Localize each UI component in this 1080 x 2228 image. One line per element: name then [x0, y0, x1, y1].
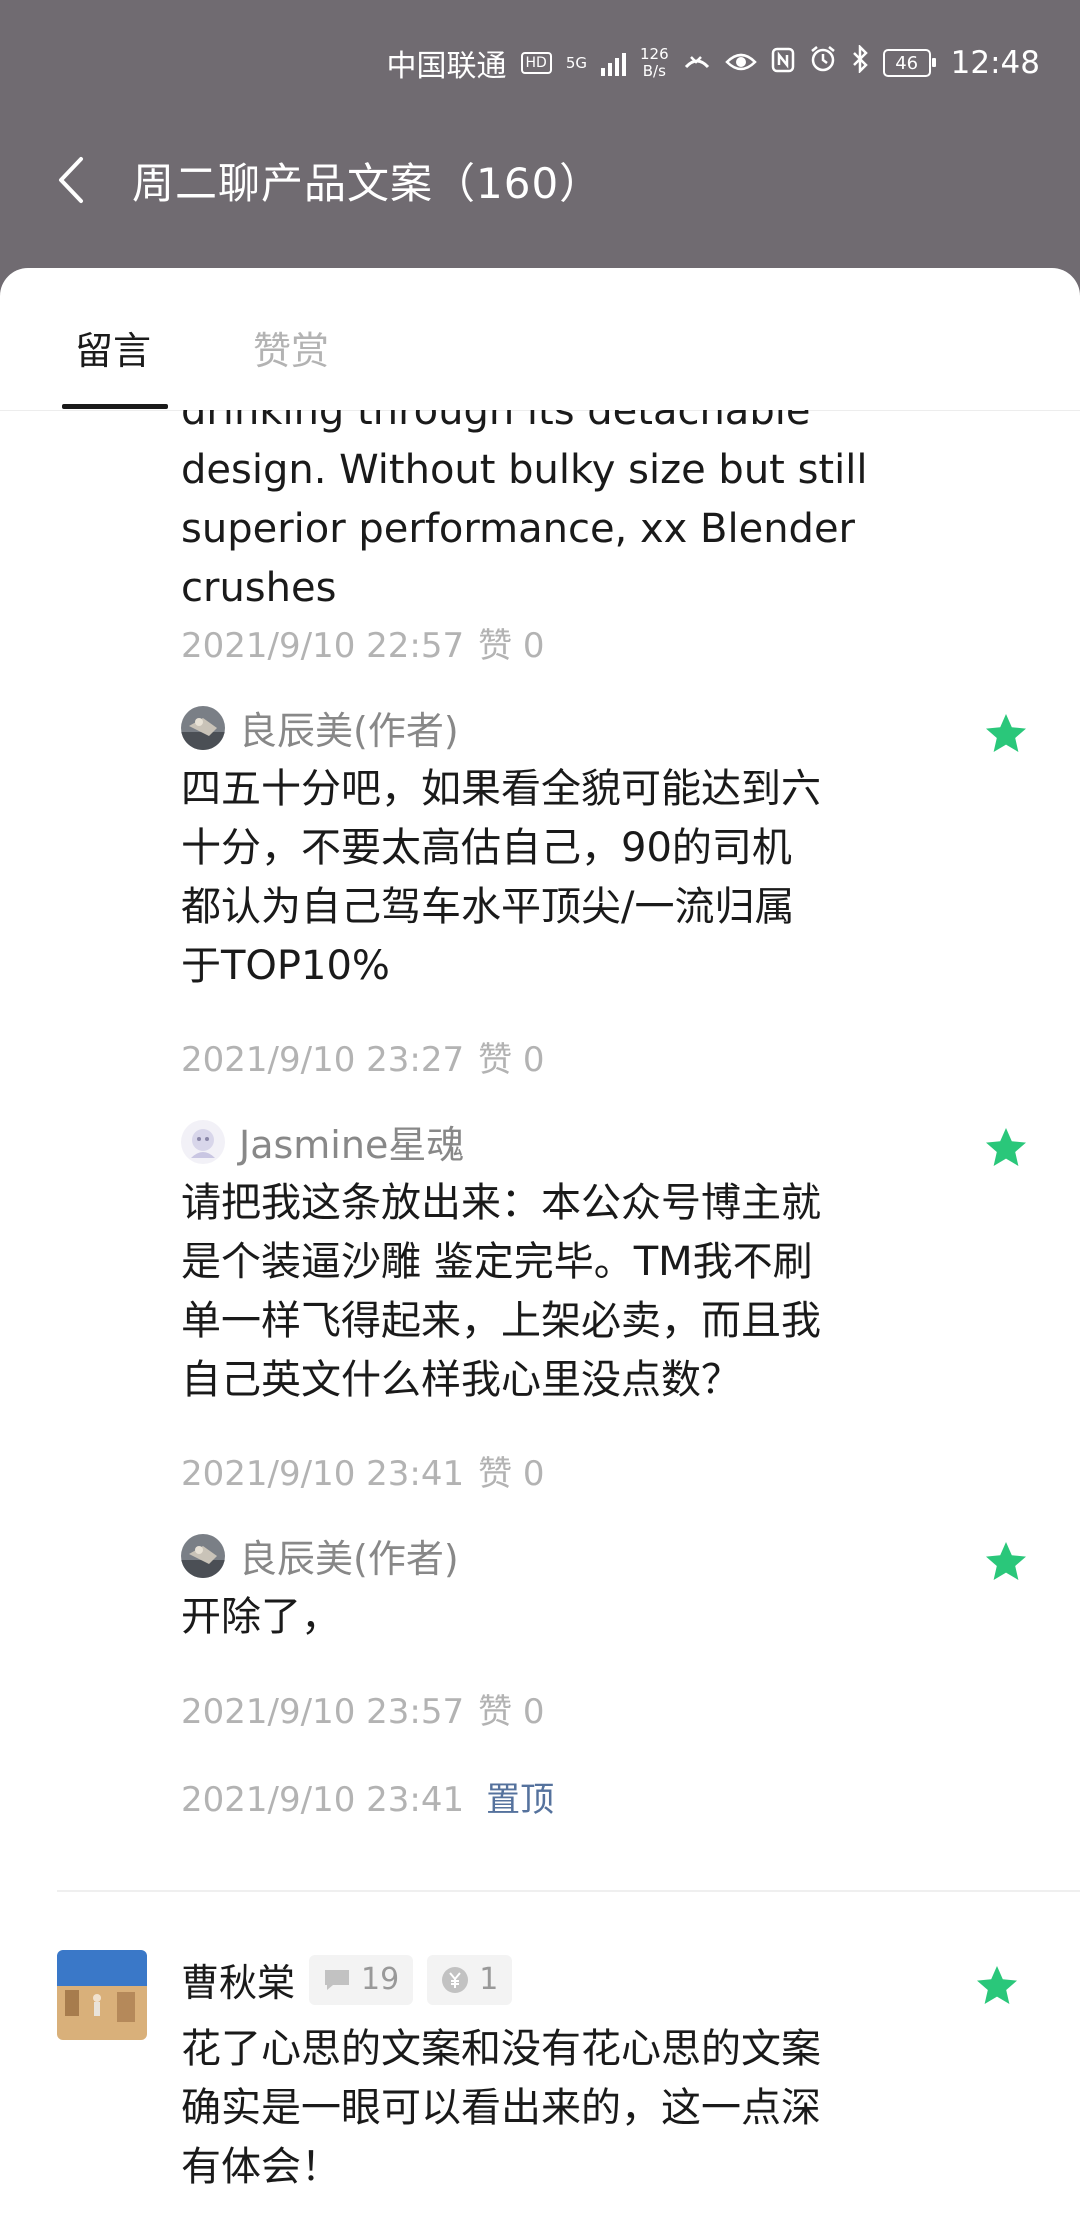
back-button[interactable]	[30, 140, 110, 220]
reply-time: 2021/9/10 23:41	[181, 1454, 465, 1494]
like-button[interactable]: 赞 0	[478, 1692, 544, 1732]
reply-author[interactable]: 良辰美(作者)	[239, 1528, 459, 1583]
hd-icon: HD	[520, 52, 552, 74]
reply-text: 四五十分吧，如果看全貌可能达到六 十分，不要太高估自己，90的司机 都认为自己驾…	[181, 760, 821, 996]
reply-meta: 2021/9/10 22:57 赞 0	[181, 618, 545, 667]
comment-text-line: 花了心思的文案和没有花心思的文案	[181, 2026, 821, 2072]
yuan-icon	[441, 1966, 469, 1994]
active-tab-indicator	[62, 404, 168, 409]
reply-text-line: 单一样飞得起来，上架必卖，而且我	[181, 1298, 821, 1344]
avatar[interactable]	[181, 705, 225, 750]
speed-unit: B/s	[642, 62, 666, 80]
comment-text-line: 有体会！	[181, 2144, 341, 2190]
star-icon[interactable]	[982, 1538, 1030, 1586]
comment-count-badge: 19	[309, 1954, 414, 2005]
like-button[interactable]: 赞 0	[478, 626, 544, 666]
avatar[interactable]	[181, 1533, 225, 1578]
comment-footer: 2021/9/10 23:41 置顶	[181, 1772, 554, 1821]
comment-icon	[323, 1968, 351, 1992]
back-arrow-icon	[59, 157, 83, 203]
reply-text-line: drinking through its detachable	[181, 410, 811, 434]
reply-author-row: 良辰美(作者)	[181, 1528, 459, 1583]
reply-author[interactable]: 良辰美(作者)	[239, 700, 459, 755]
reward-count: 1	[479, 1962, 499, 1997]
reply-text-line: design. Without bulky size but still	[181, 447, 868, 493]
reply-text: drinking through its detachable design. …	[181, 410, 867, 618]
speed-value: 126	[640, 45, 669, 63]
header-bar: 中国联通 HD 5G 126 B/s 46 12:48 周二聊产品文案（160）	[0, 0, 1080, 300]
comment-author[interactable]: 曹秋棠	[181, 1952, 295, 2007]
nfc-icon	[771, 46, 795, 81]
tab-comments[interactable]: 留言	[75, 320, 151, 375]
clock: 12:48	[950, 45, 1040, 81]
star-icon[interactable]	[973, 1962, 1021, 2010]
comment-time: 2021/9/10 23:41	[181, 1780, 465, 1820]
star-icon[interactable]	[982, 710, 1030, 758]
reply-text-line: 于TOP10%	[181, 943, 390, 989]
reply-meta: 2021/9/10 23:57 赞 0	[181, 1684, 545, 1733]
comment-divider	[57, 1890, 1080, 1892]
page-title: 周二聊产品文案（160）	[132, 158, 603, 208]
reply-author-row: Jasmine星魂	[181, 1114, 464, 1169]
reply-text-line: superior performance, xx Blender	[181, 506, 856, 552]
star-icon[interactable]	[982, 1124, 1030, 1172]
missed-call-icon	[683, 46, 711, 81]
network-type-label: 5G	[565, 53, 588, 72]
comment-list[interactable]: drinking through its detachable design. …	[0, 410, 1080, 2228]
alarm-icon	[809, 45, 837, 81]
reply-author-row: 良辰美(作者)	[181, 700, 459, 755]
pin-button[interactable]: 置顶	[486, 1780, 554, 1820]
nav-bar: 周二聊产品文案（160）	[0, 140, 1080, 220]
avatar[interactable]	[181, 1119, 225, 1164]
carrier-name: 中国联通	[386, 49, 507, 84]
battery-level: 46	[895, 52, 919, 74]
reply-text-line: 是个装逼沙雕 鉴定完毕。TM我不刷	[181, 1239, 813, 1285]
reply-text: 请把我这条放出来：本公众号博主就 是个装逼沙雕 鉴定完毕。TM我不刷 单一样飞得…	[181, 1174, 821, 1410]
comment-text: 花了心思的文案和没有花心思的文案 确实是一眼可以看出来的，这一点深 有体会！	[181, 2020, 821, 2197]
avatar[interactable]	[57, 1950, 147, 2040]
reply-time: 2021/9/10 23:57	[181, 1692, 465, 1732]
reply-text-line: 请把我这条放出来：本公众号博主就	[181, 1180, 821, 1226]
reply-text: 开除了，	[181, 1588, 341, 1647]
comments-sheet: 留言 赞赏 drinking through its detachable de…	[0, 268, 1080, 2228]
reply-text-line: 四五十分吧，如果看全貌可能达到六	[181, 766, 821, 812]
network-type: 5G	[565, 53, 588, 72]
tab-bar: 留言 赞赏	[0, 268, 1080, 411]
reply-text-line: 开除了，	[181, 1594, 341, 1640]
reply-meta: 2021/9/10 23:27 赞 0	[181, 1032, 545, 1081]
reply-text-line: 自己英文什么样我心里没点数？	[181, 1357, 741, 1403]
like-button[interactable]: 赞 0	[478, 1454, 544, 1494]
comment-author-row: 曹秋棠 19 1	[181, 1952, 513, 2007]
reply-text-line: 都认为自己驾车水平顶尖/一流归属	[181, 884, 795, 930]
reply-text-line: 十分，不要太高估自己，90的司机	[181, 825, 792, 871]
reward-count-badge: 1	[427, 1954, 513, 2005]
reply-time: 2021/9/10 23:27	[181, 1040, 465, 1080]
status-bar: 中国联通 HD 5G 126 B/s 46 12:48	[387, 38, 1040, 88]
reply-author[interactable]: Jasmine星魂	[239, 1114, 464, 1169]
bluetooth-icon	[851, 43, 869, 81]
eye-icon	[724, 46, 757, 81]
reply-meta: 2021/9/10 23:41 赞 0	[181, 1446, 545, 1495]
comment-text-line: 确实是一眼可以看出来的，这一点深	[181, 2085, 821, 2131]
comment-count: 19	[361, 1962, 400, 1997]
reply-time: 2021/9/10 22:57	[181, 626, 465, 666]
network-speed: 126 B/s	[640, 46, 669, 80]
reply-text-line: crushes	[181, 565, 337, 611]
tab-rewards[interactable]: 赞赏	[253, 320, 329, 375]
like-button[interactable]: 赞 0	[478, 1040, 544, 1080]
signal-icon	[601, 50, 627, 76]
battery-icon: 46	[882, 49, 936, 77]
